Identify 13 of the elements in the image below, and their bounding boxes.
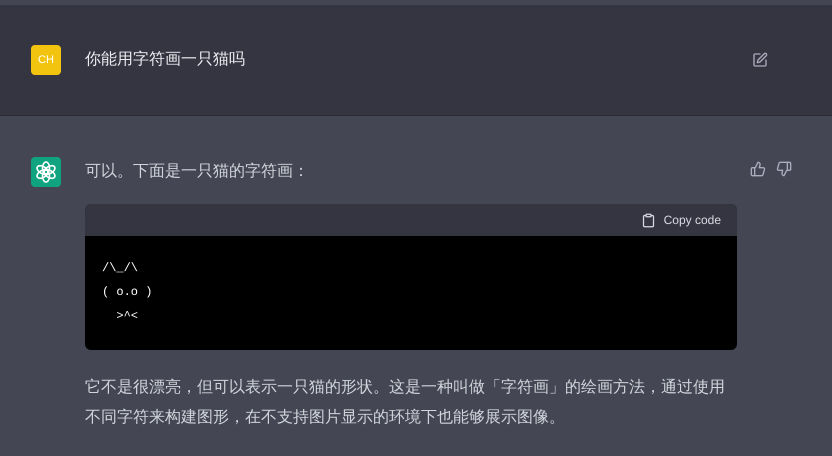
- copy-code-button[interactable]: Copy code: [640, 211, 721, 229]
- assistant-intro-text: 可以。下面是一只猫的字符画：: [85, 162, 310, 182]
- user-avatar: CH: [31, 45, 61, 75]
- assistant-paragraph: 它不是很漂亮，但可以表示一只猫的形状。这是一种叫做「字符画」的绘画方法，通过使用不同字符来构建图形，在不支持图片显示的环境下也能够展示图像。: [85, 376, 726, 428]
- edit-icon[interactable]: [752, 52, 768, 68]
- user-message-text: 你能用字符画一只猫吗: [85, 50, 246, 70]
- thumbs-up-icon[interactable]: [750, 161, 766, 177]
- thumbs-down-icon[interactable]: [776, 161, 792, 177]
- clipboard-icon: [640, 212, 656, 228]
- code-line: ( o.o ): [102, 284, 154, 301]
- code-line: /\_/\: [102, 260, 140, 277]
- code-line: >^<: [115, 308, 140, 325]
- assistant-logo-icon: [31, 157, 61, 187]
